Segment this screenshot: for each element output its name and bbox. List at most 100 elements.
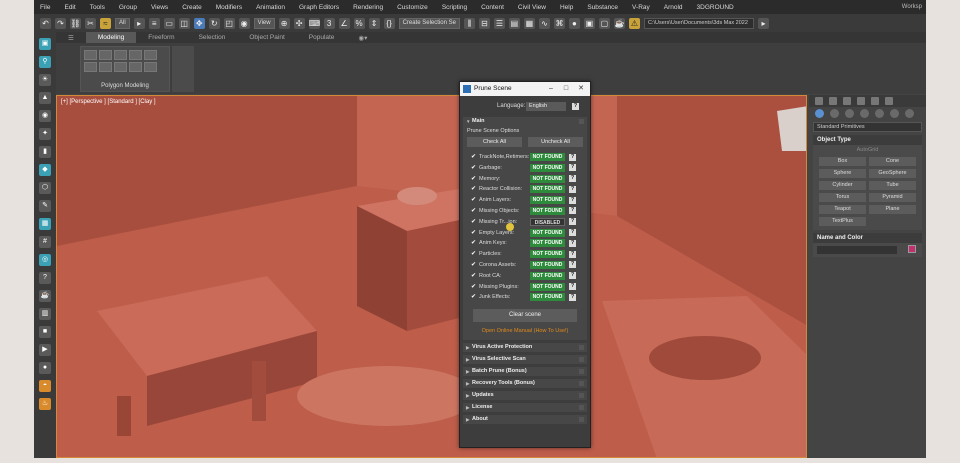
tab-modeling[interactable]: Modeling xyxy=(85,32,137,43)
redo-icon[interactable]: ↷ xyxy=(55,17,66,29)
cameras-category-icon[interactable] xyxy=(860,108,869,118)
project-folder-icon[interactable]: ▸ xyxy=(757,17,769,29)
collapsed-section[interactable]: ▶ Batch Prune (Bonus) xyxy=(463,367,587,377)
placement-icon[interactable]: ◉ xyxy=(238,17,250,29)
cloth-icon[interactable]: ⬡ xyxy=(39,182,51,194)
lights-category-icon[interactable] xyxy=(845,108,854,118)
autogrid-checkbox[interactable]: AutoGrid xyxy=(813,145,922,155)
scene-explorer-icon[interactable]: ☰ xyxy=(493,17,505,29)
reference-coord-dropdown[interactable]: View xyxy=(253,17,275,29)
option-checkbox[interactable]: ✔ xyxy=(471,239,476,246)
menu-views[interactable]: Views xyxy=(151,4,168,11)
collapsed-section[interactable]: ▶ License xyxy=(463,403,587,413)
pin-icon[interactable]: ⚲ xyxy=(39,56,51,68)
menu-tools[interactable]: Tools xyxy=(90,4,105,11)
ribbon-toggle-icon[interactable]: ▦ xyxy=(523,17,535,29)
maximize-icon[interactable]: □ xyxy=(559,82,573,96)
perspective-viewport[interactable]: [+] [Perspective ] [Standard ] [Clay ] xyxy=(56,95,807,458)
option-help-icon[interactable]: ? xyxy=(569,239,576,247)
select-by-name-icon[interactable]: ≡ xyxy=(148,17,160,29)
render-icon[interactable]: ☕ xyxy=(613,17,625,29)
minimize-icon[interactable]: – xyxy=(544,82,558,96)
object-name-field[interactable] xyxy=(817,246,897,254)
hierarchy-tab-icon[interactable] xyxy=(843,97,851,105)
tube-button[interactable]: Tube xyxy=(869,181,916,190)
menu-rendering[interactable]: Rendering xyxy=(353,4,383,11)
lamp-icon[interactable]: ◓ xyxy=(39,380,51,392)
schematic-view-icon[interactable]: ⌘ xyxy=(553,17,565,29)
textplus-button[interactable]: TextPlus xyxy=(819,217,866,226)
percent-snap-icon[interactable]: % xyxy=(353,17,365,29)
warning-small-icon[interactable]: ▲ xyxy=(39,92,51,104)
project-path-field[interactable]: C:\Users\User\Documents\3ds Max 2022 xyxy=(643,17,754,29)
viewport-label[interactable]: [+] [Perspective ] [Standard ] [Clay ] xyxy=(61,99,156,105)
option-checkbox[interactable]: ✔ xyxy=(471,250,476,257)
curve-editor-icon[interactable]: ∿ xyxy=(538,17,550,29)
section-header[interactable]: ▶ Virus Selective Scan xyxy=(463,355,587,364)
edit-named-sets-icon[interactable]: {} xyxy=(383,17,395,29)
option-checkbox[interactable]: ✔ xyxy=(471,207,476,214)
section-header[interactable]: ▶ About xyxy=(463,415,587,424)
menu-animation[interactable]: Animation xyxy=(256,4,285,11)
option-help-icon[interactable]: ? xyxy=(569,261,576,269)
undo-icon[interactable]: ↶ xyxy=(40,17,51,29)
ribbon-tool-icon[interactable] xyxy=(99,62,112,72)
object-color-swatch[interactable] xyxy=(908,245,916,253)
utilities-tab-icon[interactable] xyxy=(885,97,893,105)
help-icon[interactable]: ? xyxy=(39,272,51,284)
link-icon[interactable]: ⛓ xyxy=(70,17,81,29)
uncheck-all-button[interactable]: Uncheck All xyxy=(528,137,583,147)
menu-3dground[interactable]: 3DGROUND xyxy=(697,4,734,11)
torus-button[interactable]: Torus xyxy=(819,193,866,202)
section-header[interactable]: ▶ Batch Prune (Bonus) xyxy=(463,367,587,376)
option-checkbox[interactable]: ✔ xyxy=(471,196,476,203)
box-button[interactable]: Box xyxy=(819,157,866,166)
main-section-header[interactable]: ▼ Main xyxy=(463,117,587,126)
rotate-icon[interactable]: ↻ xyxy=(208,17,220,29)
option-help-icon[interactable]: ? xyxy=(569,175,576,183)
menu-civil-view[interactable]: Civil View xyxy=(518,4,546,11)
menu-help[interactable]: Help xyxy=(560,4,573,11)
create-tab-icon[interactable] xyxy=(815,97,823,105)
pyramid-button[interactable]: Pyramid xyxy=(869,193,916,202)
systems-category-icon[interactable] xyxy=(905,108,914,118)
modify-tab-icon[interactable] xyxy=(829,97,837,105)
collapsed-section[interactable]: ▶ About xyxy=(463,415,587,425)
option-checkbox[interactable]: ✔ xyxy=(471,218,476,225)
select-object-icon[interactable]: ▸ xyxy=(133,17,145,29)
select-manipulate-icon[interactable]: ✣ xyxy=(293,17,305,29)
collapsed-section[interactable]: ▶ Virus Active Protection xyxy=(463,343,587,353)
close-icon[interactable]: ✕ xyxy=(574,82,588,96)
ribbon-options-icon[interactable]: ◉▾ xyxy=(346,34,379,42)
render-frame-icon[interactable]: ▢ xyxy=(598,17,610,29)
camera-icon[interactable]: ◉ xyxy=(39,110,51,122)
bottle-icon[interactable]: ▮ xyxy=(39,146,51,158)
grid-icon[interactable]: # xyxy=(39,236,51,248)
menu-vray[interactable]: V-Ray xyxy=(632,4,650,11)
menu-graph-editors[interactable]: Graph Editors xyxy=(299,4,339,11)
ribbon-tool-icon[interactable] xyxy=(144,50,157,60)
workspace-label[interactable]: Worksp xyxy=(902,4,922,10)
language-help-icon[interactable]: ? xyxy=(572,103,579,110)
online-manual-link[interactable]: Open Online Manual (How To Use!) xyxy=(467,328,583,334)
material-editor-icon[interactable]: ● xyxy=(568,17,580,29)
spacewarps-category-icon[interactable] xyxy=(890,108,899,118)
option-help-icon[interactable]: ? xyxy=(569,207,576,215)
menu-substance[interactable]: Substance xyxy=(587,4,618,11)
menu-edit[interactable]: Edit xyxy=(64,4,75,11)
scale-icon[interactable]: ◰ xyxy=(223,17,235,29)
motion-tab-icon[interactable] xyxy=(857,97,865,105)
menu-customize[interactable]: Customize xyxy=(397,4,428,11)
object-type-header[interactable]: Object Type xyxy=(813,135,922,145)
scene-explorer-icon[interactable]: ▣ xyxy=(39,38,51,50)
align-icon[interactable]: ⊟ xyxy=(478,17,490,29)
ribbon-menu-icon[interactable]: ☰ xyxy=(56,34,86,42)
ribbon-tool-icon[interactable] xyxy=(129,62,142,72)
option-checkbox[interactable]: ✔ xyxy=(471,164,476,171)
collapsed-section[interactable]: ▶ Virus Selective Scan xyxy=(463,355,587,365)
menu-create[interactable]: Create xyxy=(182,4,202,11)
named-selection-dropdown[interactable]: Create Selection Se xyxy=(398,17,460,29)
unlink-icon[interactable]: ✂ xyxy=(85,17,96,29)
ribbon-tool-icon[interactable] xyxy=(144,62,157,72)
bind-spacewarp-icon[interactable]: ≈ xyxy=(100,17,111,29)
